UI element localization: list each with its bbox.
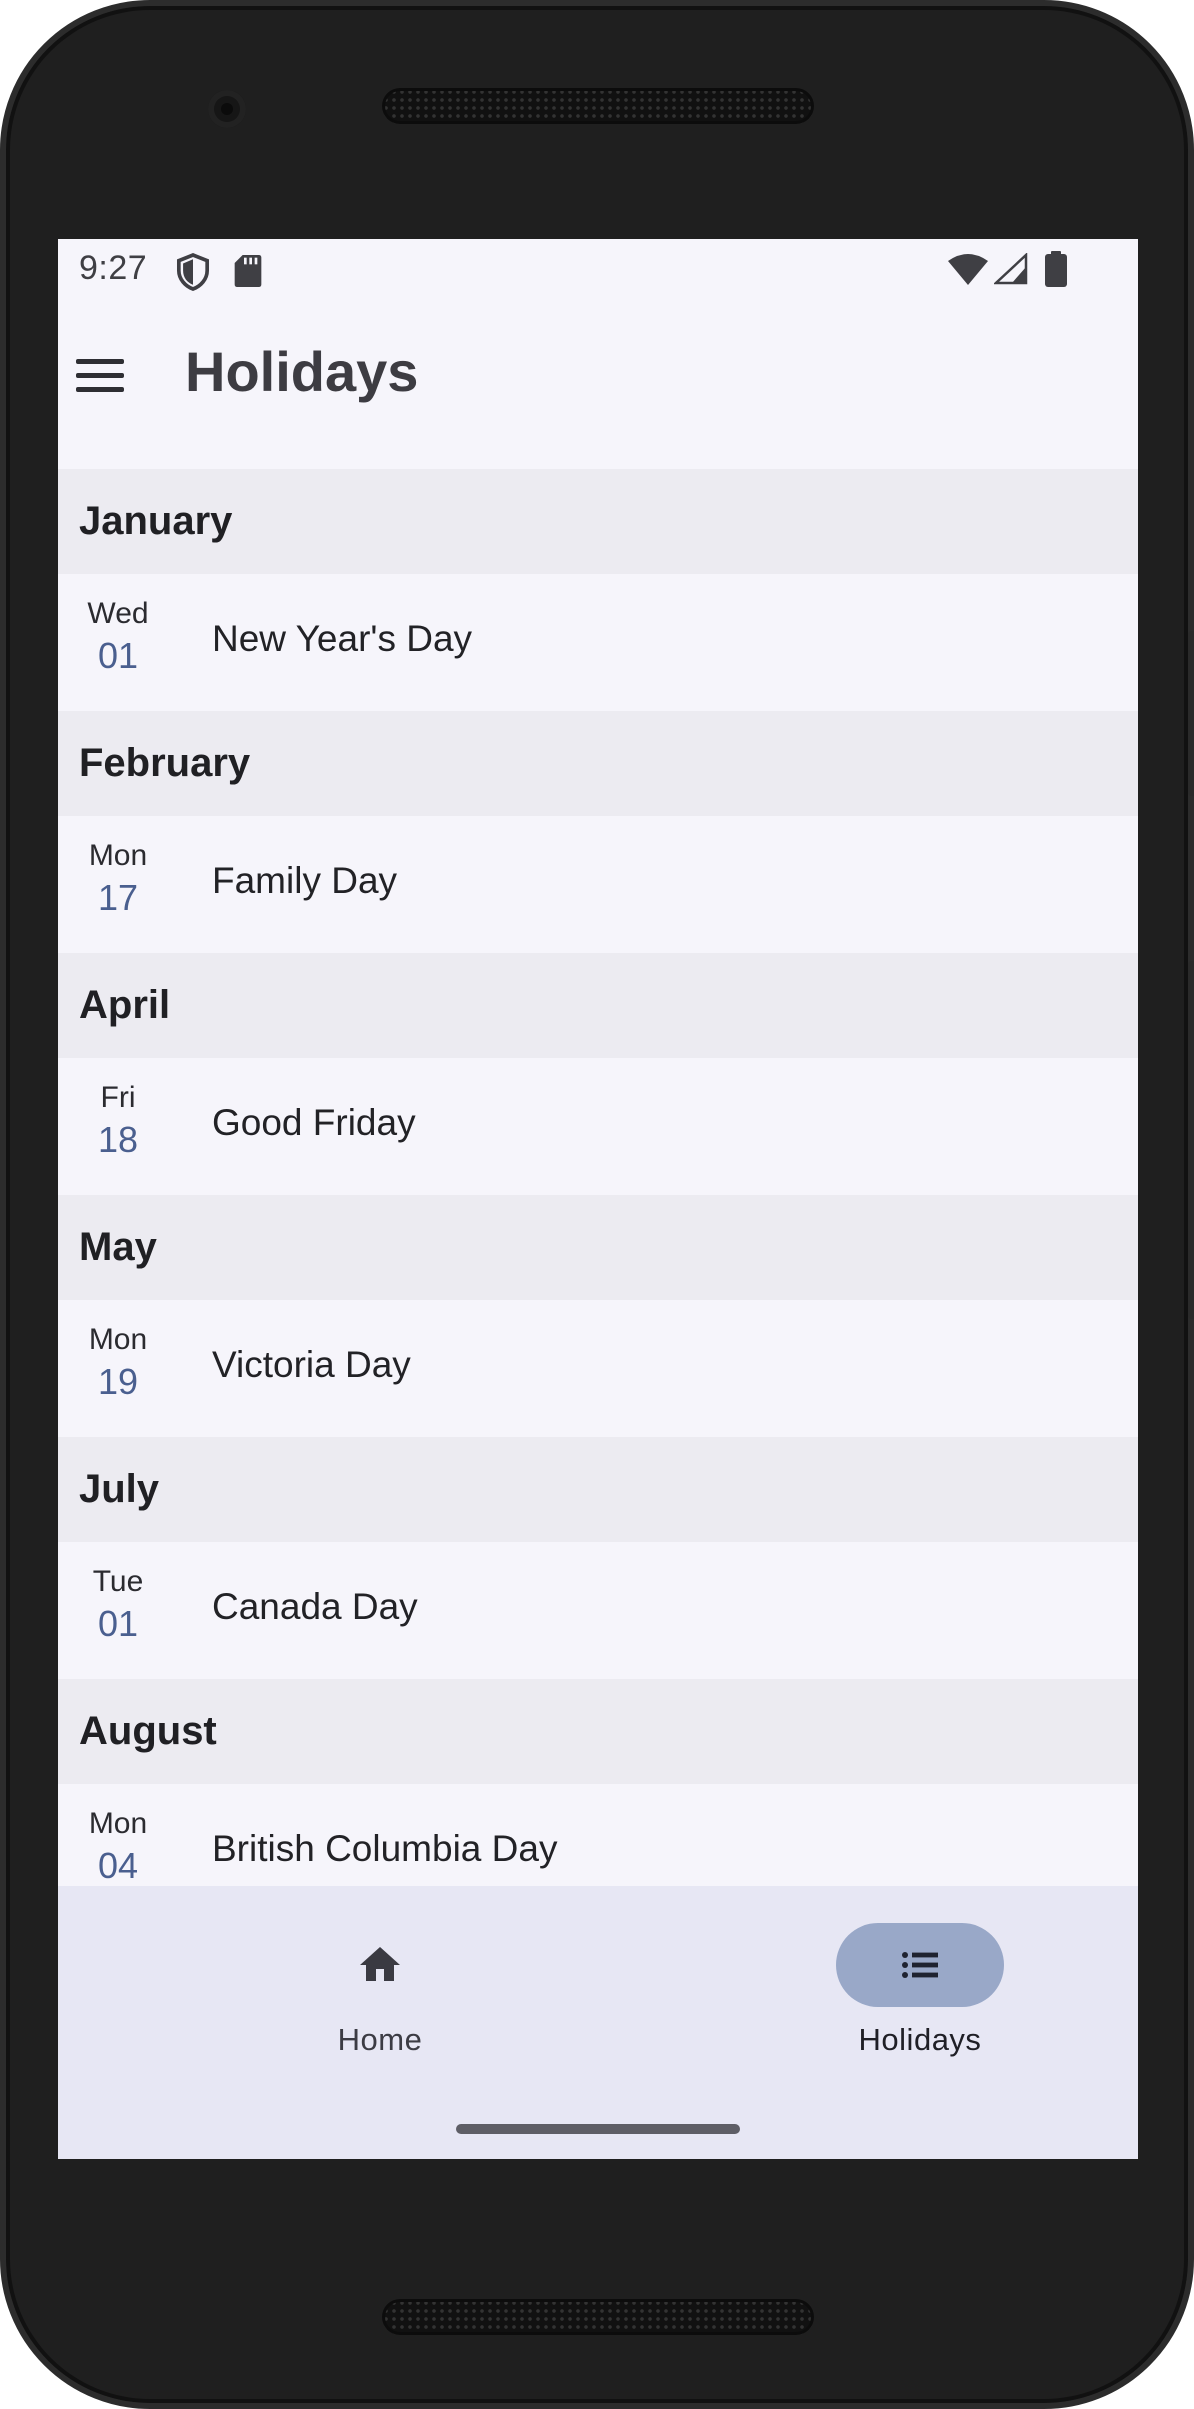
holiday-row[interactable]: Fri 18 Good Friday <box>58 1058 1138 1195</box>
day-number: 04 <box>97 1845 139 1886</box>
signal-icon <box>992 252 1028 290</box>
day-number: 17 <box>97 877 139 918</box>
holiday-name: Victoria Day <box>212 1344 411 1385</box>
day-number: 01 <box>97 1603 139 1644</box>
sd-card-icon <box>234 255 262 292</box>
gesture-navigation-area <box>58 2096 1138 2159</box>
date-block: Mon 19 <box>73 1322 163 1406</box>
nav-item-home[interactable]: Home <box>260 1886 500 2096</box>
weekday-label: Tue <box>92 1565 144 1598</box>
nav-label-home: Home <box>337 2022 423 2057</box>
month-section: April Fri 18 Good Friday <box>58 953 1138 1195</box>
holiday-row[interactable]: Mon 17 Family Day <box>58 816 1138 953</box>
holiday-name: New Year's Day <box>212 618 473 659</box>
menu-icon[interactable] <box>76 359 124 393</box>
shield-icon <box>176 253 210 296</box>
month-header: July <box>58 1437 1138 1542</box>
gesture-handle[interactable] <box>456 2124 740 2134</box>
front-camera <box>208 90 246 128</box>
weekday-label: Mon <box>88 1323 148 1356</box>
weekday-label: Fri <box>100 1081 136 1114</box>
day-number: 01 <box>97 635 139 676</box>
volume-button <box>1188 961 1194 1319</box>
holiday-name: British Columbia Day <box>212 1828 558 1869</box>
power-button <box>1188 631 1194 796</box>
status-time: 9:27 <box>79 249 148 287</box>
nav-label-holidays: Holidays <box>858 2022 982 2057</box>
holiday-name: Family Day <box>212 860 398 901</box>
wifi-icon <box>948 253 988 290</box>
weekday-label: Mon <box>88 839 148 872</box>
month-section: January Wed 01 New Year's Day <box>58 469 1138 711</box>
list-icon <box>896 1941 944 1989</box>
month-header: February <box>58 711 1138 816</box>
bottom-navigation: Home Holidays <box>58 1886 1138 2096</box>
month-section: August Mon 04 British Columbia Day <box>58 1679 1138 1921</box>
month-section: May Mon 19 Victoria Day <box>58 1195 1138 1437</box>
weekday-label: Mon <box>88 1807 148 1840</box>
holiday-row[interactable]: Wed 01 New Year's Day <box>58 574 1138 711</box>
holiday-row[interactable]: Mon 19 Victoria Day <box>58 1300 1138 1437</box>
home-icon <box>356 1941 404 1989</box>
holiday-list[interactable]: January Wed 01 New Year's Day February M… <box>58 469 1138 1921</box>
screen: 9:27 Holidays January Wed 01 New Year's … <box>58 239 1138 2159</box>
date-block: Fri 18 <box>73 1080 163 1164</box>
top-app-bar: Holidays <box>58 301 1138 469</box>
month-header: May <box>58 1195 1138 1300</box>
top-speaker-grille <box>382 88 814 124</box>
date-block: Mon 17 <box>73 838 163 922</box>
battery-icon <box>1045 251 1067 292</box>
month-header: April <box>58 953 1138 1058</box>
phone-frame: 9:27 Holidays January Wed 01 New Year's … <box>0 0 1194 2409</box>
month-header: August <box>58 1679 1138 1784</box>
month-header: January <box>58 469 1138 574</box>
date-block: Tue 01 <box>73 1564 163 1648</box>
day-number: 19 <box>97 1361 139 1402</box>
page-title: Holidays <box>185 340 419 403</box>
weekday-label: Wed <box>87 597 149 630</box>
status-bar: 9:27 <box>58 239 1138 301</box>
month-section: February Mon 17 Family Day <box>58 711 1138 953</box>
date-block: Mon 04 <box>73 1806 163 1890</box>
day-number: 18 <box>97 1119 139 1160</box>
date-block: Wed 01 <box>73 596 163 680</box>
holiday-name: Canada Day <box>212 1586 418 1627</box>
month-section: July Tue 01 Canada Day <box>58 1437 1138 1679</box>
bottom-speaker-grille <box>382 2299 814 2335</box>
nav-item-holidays[interactable]: Holidays <box>800 1886 1040 2096</box>
holiday-name: Good Friday <box>212 1102 416 1143</box>
holiday-row[interactable]: Tue 01 Canada Day <box>58 1542 1138 1679</box>
